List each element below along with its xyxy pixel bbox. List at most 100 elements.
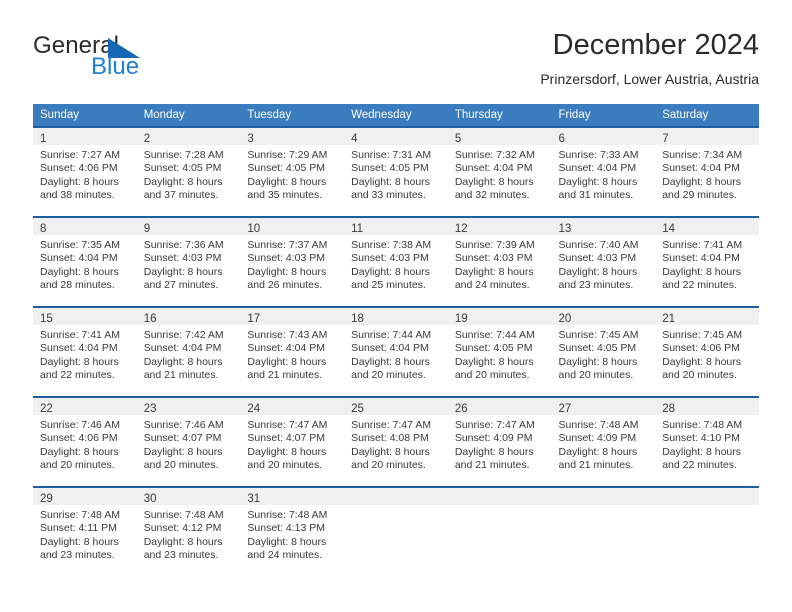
day-number-band: 27 <box>551 398 656 415</box>
sunrise-text: Sunrise: 7:48 AM <box>40 509 120 521</box>
calendar-week-row: 8 Sunrise: 7:35 AM Sunset: 4:04 PM Daylight… <box>33 216 759 306</box>
calendar-day-cell[interactable]: 30 Sunrise: 7:48 AM Sunset: 4:12 PM Dayligh… <box>136 486 241 576</box>
day-cell-inner: 28 Sunrise: 7:48 AM Sunset: 4:10 PM Dayligh… <box>655 396 759 486</box>
day-cell-details: Sunrise: 7:35 AM Sunset: 4:04 PM Daylight:… <box>33 235 137 293</box>
sunrise-text: Sunrise: 7:43 AM <box>247 329 328 341</box>
day-number-band: 20 <box>551 308 656 325</box>
calendar-day-cell[interactable]: 8 Sunrise: 7:35 AM Sunset: 4:04 PM Daylight… <box>33 216 137 306</box>
calendar-day-cell[interactable]: 21 Sunrise: 7:45 AM Sunset: 4:06 PM Dayligh… <box>655 306 759 396</box>
sunset-text: Sunset: 4:06 PM <box>40 432 118 445</box>
calendar-day-cell[interactable]: 12 Sunrise: 7:39 AM Sunset: 4:03 PM Dayligh… <box>447 216 552 306</box>
daylight-text-line1: Daylight: 8 hours <box>40 445 119 458</box>
sunrise-text: Sunrise: 7:33 AM <box>558 149 639 161</box>
sunset-text: Sunset: 4:03 PM <box>558 252 637 265</box>
daylight-text-line2: and 20 minutes. <box>662 369 737 382</box>
day-number-band: 24 <box>240 398 345 415</box>
day-number-band: 10 <box>240 218 345 235</box>
sunrise-text: Sunrise: 7:44 AM <box>454 329 535 341</box>
calendar-day-cell[interactable]: 3 Sunrise: 7:29 AM Sunset: 4:05 PM Daylight… <box>240 126 345 216</box>
day-cell-details: Sunrise: 7:48 AM Sunset: 4:10 PM Daylight:… <box>655 415 759 473</box>
sunrise-text: Sunrise: 7:45 AM <box>662 329 743 341</box>
calendar-day-cell[interactable]: 22 Sunrise: 7:46 AM Sunset: 4:06 PM Dayligh… <box>33 396 137 486</box>
daylight-text-line2: and 35 minutes. <box>247 189 323 202</box>
daylight-text-line1: Daylight: 8 hours <box>351 265 430 278</box>
day-cell-inner: 19 Sunrise: 7:44 AM Sunset: 4:05 PM Dayligh… <box>447 306 552 396</box>
calendar-day-cell[interactable]: 9 Sunrise: 7:36 AM Sunset: 4:03 PM Daylight… <box>136 216 241 306</box>
calendar-day-cell[interactable]: 7 Sunrise: 7:34 AM Sunset: 4:04 PM Daylight… <box>655 126 759 216</box>
day-cell-details: Sunrise: 7:42 AM Sunset: 4:04 PM Daylight:… <box>137 325 241 383</box>
sunset-text: Sunset: 4:05 PM <box>558 342 637 355</box>
calendar-day-cell[interactable]: 10 Sunrise: 7:37 AM Sunset: 4:03 PM Dayligh… <box>240 216 345 306</box>
calendar-day-cell[interactable]: 5 Sunrise: 7:32 AM Sunset: 4:04 PM Daylight… <box>447 126 552 216</box>
day-number: 16 <box>143 313 157 325</box>
calendar-day-cell[interactable]: 14 Sunrise: 7:41 AM Sunset: 4:04 PM Dayligh… <box>655 216 759 306</box>
calendar-day-cell[interactable]: 11 Sunrise: 7:38 AM Sunset: 4:03 PM Dayligh… <box>344 216 448 306</box>
calendar-day-cell[interactable] <box>551 486 656 576</box>
daylight-text-line1: Daylight: 8 hours <box>662 175 742 188</box>
calendar-day-cell[interactable]: 31 Sunrise: 7:48 AM Sunset: 4:13 PM Dayligh… <box>240 486 345 576</box>
logo-text-blue: Blue <box>91 53 140 80</box>
day-cell-details: Sunrise: 7:32 AM Sunset: 4:04 PM Daylight:… <box>448 145 552 203</box>
calendar-day-cell[interactable]: 28 Sunrise: 7:48 AM Sunset: 4:10 PM Dayligh… <box>655 396 759 486</box>
daylight-text-line2: and 23 minutes. <box>558 279 634 292</box>
sunrise-sunset-calendar: Sunday Monday Tuesday Wednesday Thursday… <box>33 104 759 576</box>
calendar-day-cell[interactable]: 18 Sunrise: 7:44 AM Sunset: 4:04 PM Dayligh… <box>344 306 448 396</box>
daylight-text-line1: Daylight: 8 hours <box>662 355 742 368</box>
sunrise-text: Sunrise: 7:48 AM <box>662 419 743 431</box>
sunrise-text: Sunrise: 7:34 AM <box>662 149 743 161</box>
daylight-text-line1: Daylight: 8 hours <box>247 535 327 548</box>
day-number-band: 18 <box>344 308 448 325</box>
day-cell-inner: 22 Sunrise: 7:46 AM Sunset: 4:06 PM Dayligh… <box>33 396 137 486</box>
calendar-day-cell[interactable]: 29 Sunrise: 7:48 AM Sunset: 4:11 PM Dayligh… <box>33 486 137 576</box>
sunrise-text: Sunrise: 7:35 AM <box>40 239 120 251</box>
day-number: 8 <box>40 223 47 235</box>
day-cell-details: Sunrise: 7:45 AM Sunset: 4:06 PM Daylight:… <box>655 325 759 383</box>
day-number-band: 23 <box>136 398 241 415</box>
calendar-day-cell[interactable]: 1 Sunrise: 7:27 AM Sunset: 4:06 PM Daylight… <box>33 126 137 216</box>
sunset-text: Sunset: 4:03 PM <box>247 252 326 265</box>
calendar-week-row: 1 Sunrise: 7:27 AM Sunset: 4:06 PM Daylight… <box>33 126 759 216</box>
calendar-day-cell[interactable]: 15 Sunrise: 7:41 AM Sunset: 4:04 PM Dayligh… <box>33 306 137 396</box>
calendar-day-cell[interactable]: 17 Sunrise: 7:43 AM Sunset: 4:04 PM Dayligh… <box>240 306 345 396</box>
day-cell-inner: 18 Sunrise: 7:44 AM Sunset: 4:04 PM Dayligh… <box>344 306 448 396</box>
general-blue-logo[interactable]: General Blue <box>33 32 243 90</box>
day-cell-details: Sunrise: 7:40 AM Sunset: 4:03 PM Daylight:… <box>552 235 656 293</box>
sunrise-text: Sunrise: 7:47 AM <box>247 419 328 431</box>
calendar-day-cell[interactable]: 19 Sunrise: 7:44 AM Sunset: 4:05 PM Dayligh… <box>447 306 552 396</box>
calendar-day-cell[interactable]: 26 Sunrise: 7:47 AM Sunset: 4:09 PM Dayligh… <box>447 396 552 486</box>
calendar-day-cell[interactable]: 20 Sunrise: 7:45 AM Sunset: 4:05 PM Dayligh… <box>551 306 656 396</box>
calendar-day-cell[interactable]: 25 Sunrise: 7:47 AM Sunset: 4:08 PM Dayligh… <box>344 396 448 486</box>
calendar-day-cell[interactable] <box>447 486 552 576</box>
sunset-text: Sunset: 4:06 PM <box>662 342 740 355</box>
calendar-day-cell[interactable]: 27 Sunrise: 7:48 AM Sunset: 4:09 PM Dayligh… <box>551 396 656 486</box>
day-cell-details: Sunrise: 7:47 AM Sunset: 4:09 PM Daylight:… <box>448 415 552 473</box>
weekday-header-tuesday: Tuesday <box>240 104 345 126</box>
day-number: 10 <box>247 223 261 235</box>
calendar-day-cell[interactable]: 13 Sunrise: 7:40 AM Sunset: 4:03 PM Dayligh… <box>551 216 656 306</box>
day-cell-details: Sunrise: 7:41 AM Sunset: 4:04 PM Daylight:… <box>655 235 759 293</box>
weekday-header-saturday: Saturday <box>655 104 759 126</box>
sunrise-text: Sunrise: 7:47 AM <box>351 419 432 431</box>
day-number: 17 <box>247 313 261 325</box>
sunrise-text: Sunrise: 7:44 AM <box>351 329 432 341</box>
daylight-text-line2: and 24 minutes. <box>247 549 323 562</box>
calendar-day-cell[interactable]: 24 Sunrise: 7:47 AM Sunset: 4:07 PM Dayligh… <box>240 396 345 486</box>
sunset-text: Sunset: 4:04 PM <box>247 342 326 355</box>
calendar-day-cell[interactable]: 6 Sunrise: 7:33 AM Sunset: 4:04 PM Daylight… <box>551 126 656 216</box>
calendar-day-cell[interactable]: 23 Sunrise: 7:46 AM Sunset: 4:07 PM Dayligh… <box>136 396 241 486</box>
day-cell-inner: 16 Sunrise: 7:42 AM Sunset: 4:04 PM Dayligh… <box>136 306 241 396</box>
sunset-text: Sunset: 4:09 PM <box>558 432 637 445</box>
calendar-day-cell[interactable]: 4 Sunrise: 7:31 AM Sunset: 4:05 PM Daylight… <box>344 126 448 216</box>
calendar-day-cell[interactable] <box>655 486 759 576</box>
calendar-day-cell[interactable] <box>344 486 448 576</box>
day-number-band: 31 <box>240 488 345 505</box>
calendar-day-cell[interactable]: 2 Sunrise: 7:28 AM Sunset: 4:05 PM Daylight… <box>136 126 241 216</box>
location-subtitle: Prinzersdorf, Lower Austria, Austria <box>540 71 759 87</box>
day-number-band: 19 <box>447 308 552 325</box>
calendar-day-cell[interactable]: 16 Sunrise: 7:42 AM Sunset: 4:04 PM Dayligh… <box>136 306 241 396</box>
daylight-text-line1: Daylight: 8 hours <box>662 445 742 458</box>
day-cell-inner <box>655 486 759 576</box>
day-cell-inner: 1 Sunrise: 7:27 AM Sunset: 4:06 PM Daylight… <box>33 126 137 216</box>
sunrise-text: Sunrise: 7:48 AM <box>143 509 224 521</box>
daylight-text-line2: and 33 minutes. <box>351 189 426 202</box>
